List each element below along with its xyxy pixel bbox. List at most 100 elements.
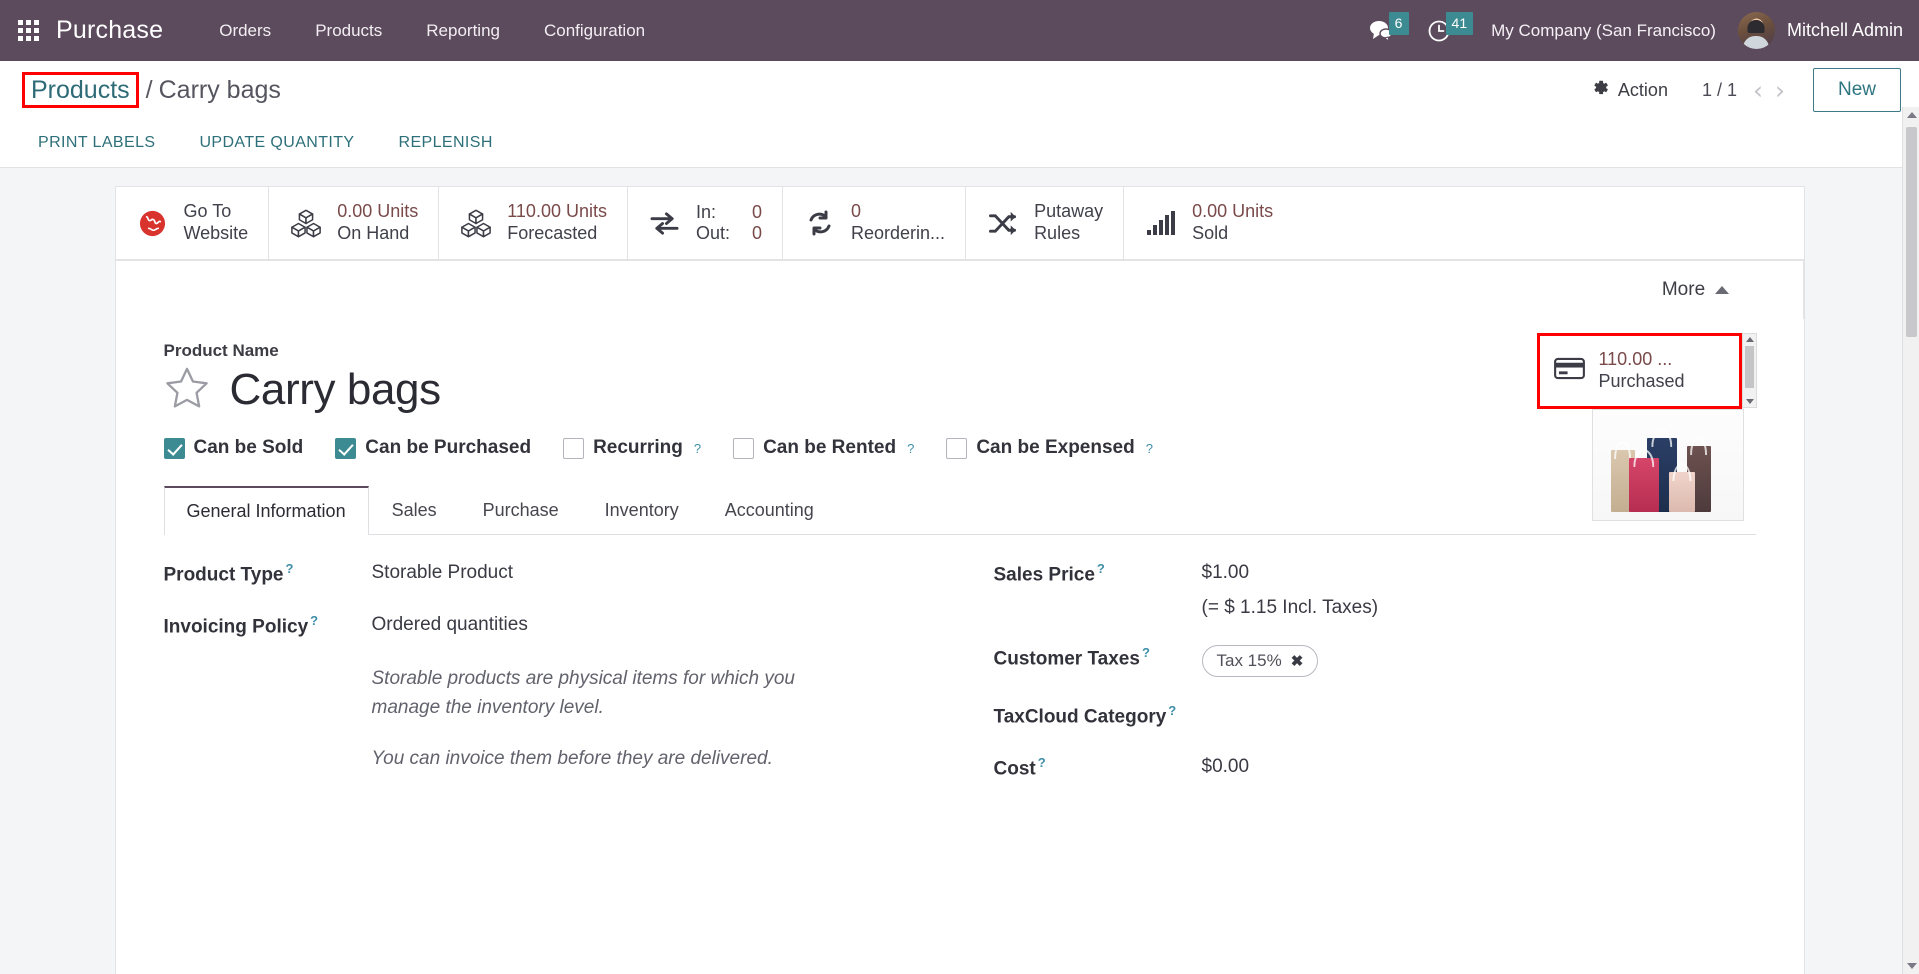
chevron-right-icon[interactable]: ›: [1775, 78, 1785, 103]
help-icon[interactable]: ?: [694, 441, 701, 456]
scroll-up-arrow-icon[interactable]: [1745, 337, 1754, 342]
help-icon[interactable]: ?: [1142, 645, 1150, 660]
stat-button-on-hand[interactable]: 0.00 Units On Hand: [269, 187, 440, 259]
caret-up-icon: [1715, 286, 1730, 294]
user-menu[interactable]: Mitchell Admin: [1737, 12, 1903, 49]
print-labels-button[interactable]: PRINT LABELS: [38, 134, 177, 152]
new-button[interactable]: New: [1812, 68, 1901, 112]
page-title[interactable]: Carry bags: [230, 365, 442, 415]
checkbox-label: Can be Expensed: [976, 437, 1135, 458]
close-icon[interactable]: ✖: [1291, 652, 1304, 670]
checkbox-can-be-expensed[interactable]: Can be Expensed ?: [946, 437, 1153, 459]
field-label: TaxCloud Category?: [993, 702, 1177, 728]
tax-tag[interactable]: Tax 15% ✖: [1201, 644, 1319, 677]
menu-item-configuration[interactable]: Configuration: [522, 0, 667, 61]
stat-value: 110.00 Units: [507, 201, 607, 222]
star-outline-icon[interactable]: [164, 366, 210, 415]
help-icon[interactable]: ?: [310, 613, 318, 628]
app-brand-purchase[interactable]: Purchase: [56, 16, 163, 45]
form-notebook-tabs: General Information Sales Purchase Inven…: [163, 485, 1756, 535]
field-value[interactable]: Storable Product: [372, 561, 514, 585]
dropdown-scrollbar[interactable]: [1741, 333, 1757, 408]
product-image[interactable]: [1591, 409, 1744, 521]
checkbox-can-be-purchased[interactable]: Can be Purchased: [335, 437, 531, 459]
tab-sales[interactable]: Sales: [369, 486, 460, 535]
checkbox-recurring[interactable]: Recurring ?: [563, 437, 701, 459]
messages-button[interactable]: 6: [1368, 12, 1409, 43]
replenish-button[interactable]: REPLENISH: [377, 134, 515, 152]
scroll-up-arrow-icon[interactable]: [1907, 112, 1917, 118]
tab-inventory[interactable]: Inventory: [582, 486, 702, 535]
field-label: Customer Taxes?: [993, 644, 1150, 670]
dropdown-item-text: 110.00 ... Purchased: [1599, 349, 1685, 393]
help-icon[interactable]: ?: [1168, 703, 1176, 718]
tab-general-information[interactable]: General Information: [163, 486, 369, 535]
tab-purchase[interactable]: Purchase: [460, 486, 582, 535]
menu-item-reporting[interactable]: Reporting: [404, 0, 522, 61]
update-quantity-button[interactable]: UPDATE QUANTITY: [177, 134, 376, 152]
stat-text: 0.00 Units Sold: [1192, 201, 1273, 245]
stat-label-line1: Putaway: [1034, 201, 1104, 222]
user-name: Mitchell Admin: [1786, 20, 1903, 40]
activities-count-badge: 41: [1445, 12, 1474, 35]
page-scrollbar[interactable]: [1902, 107, 1919, 974]
scrollbar-thumb[interactable]: [1744, 346, 1754, 388]
stat-button-units-sold[interactable]: 0.00 Units Sold: [1124, 187, 1294, 259]
menu-item-orders[interactable]: Orders: [197, 0, 293, 61]
scroll-down-arrow-icon[interactable]: [1745, 399, 1754, 404]
field-invoicing-policy: Invoicing Policy? Ordered quantities: [164, 613, 960, 639]
checkbox-can-be-rented[interactable]: Can be Rented ?: [733, 437, 914, 459]
company-switcher[interactable]: My Company (San Francisco): [1491, 21, 1716, 41]
product-title-row: Carry bags: [164, 365, 1756, 415]
checkbox-label: Can be Rented: [763, 437, 897, 458]
stat-in-value: 0: [752, 202, 763, 222]
help-icon[interactable]: ?: [1097, 561, 1105, 576]
stat-button-go-to-website[interactable]: Go To Website: [115, 187, 270, 259]
help-icon[interactable]: ?: [286, 561, 294, 576]
activities-button[interactable]: 41: [1427, 12, 1474, 43]
checkbox-box[interactable]: [946, 437, 968, 459]
help-icon[interactable]: ?: [1038, 755, 1046, 770]
breadcrumb-link-products[interactable]: Products: [22, 71, 139, 109]
globe-icon: [136, 209, 170, 238]
checkbox-box[interactable]: [335, 437, 357, 459]
more-stat-buttons-toggle[interactable]: More: [1588, 260, 1804, 319]
control-panel-top: Products / Carry bags Action 1 / 1 ‹ › N…: [0, 61, 1919, 119]
chevron-left-icon[interactable]: ‹: [1753, 78, 1763, 103]
stat-button-reordering-rules[interactable]: 0 Reorderin...: [783, 187, 967, 259]
stat-label-line2: Rules: [1034, 223, 1081, 243]
stat-text: 0 Reorderin...: [851, 201, 945, 245]
field-value-group: Tax 15% ✖: [1201, 644, 1319, 677]
product-form-sheet: Go To Website 0.00 Units On Hand 110.00 …: [114, 186, 1805, 974]
field-value[interactable]: $0.00: [1202, 755, 1250, 779]
action-menu-button[interactable]: Action: [1591, 78, 1668, 102]
checkbox-box[interactable]: [563, 437, 585, 459]
shopping-bags-photo: [1593, 426, 1743, 512]
stat-button-forecasted[interactable]: 110.00 Units Forecasted: [439, 187, 628, 259]
apps-grid-icon[interactable]: [18, 19, 40, 42]
tab-accounting[interactable]: Accounting: [702, 486, 837, 535]
help-icon[interactable]: ?: [1146, 441, 1153, 456]
more-dropdown-menu: 110.00 ... Purchased: [1536, 333, 1742, 409]
field-cost: Cost? $0.00: [994, 755, 1756, 781]
field-value[interactable]: Ordered quantities: [372, 613, 528, 637]
stat-label-line1: Go To: [183, 201, 232, 222]
checkbox-can-be-sold[interactable]: Can be Sold: [163, 437, 303, 459]
scrollbar-thumb[interactable]: [1906, 127, 1917, 337]
checkbox-box[interactable]: [163, 437, 185, 459]
scroll-down-arrow-icon[interactable]: [1907, 963, 1917, 969]
help-icon[interactable]: ?: [907, 441, 914, 456]
stat-button-putaway-rules[interactable]: Putaway Rules: [966, 187, 1125, 259]
stat-text: Go To Website: [184, 201, 249, 245]
stat-button-in-out[interactable]: In: 0 Out: 0: [627, 187, 784, 259]
menu-item-products[interactable]: Products: [293, 0, 404, 61]
breadcrumb-current: Carry bags: [158, 75, 281, 104]
checkbox-box[interactable]: [733, 437, 755, 459]
dropdown-item-purchased[interactable]: 110.00 ... Purchased: [1539, 336, 1739, 406]
exchange-arrows-icon: [648, 210, 682, 237]
action-label: Action: [1617, 79, 1668, 100]
stat-button-row: Go To Website 0.00 Units On Hand 110.00 …: [115, 187, 1804, 260]
control-panel: Products / Carry bags Action 1 / 1 ‹ › N…: [0, 61, 1919, 168]
field-value[interactable]: $1.00: [1202, 561, 1379, 585]
pager-arrows: ‹ ›: [1753, 78, 1785, 103]
